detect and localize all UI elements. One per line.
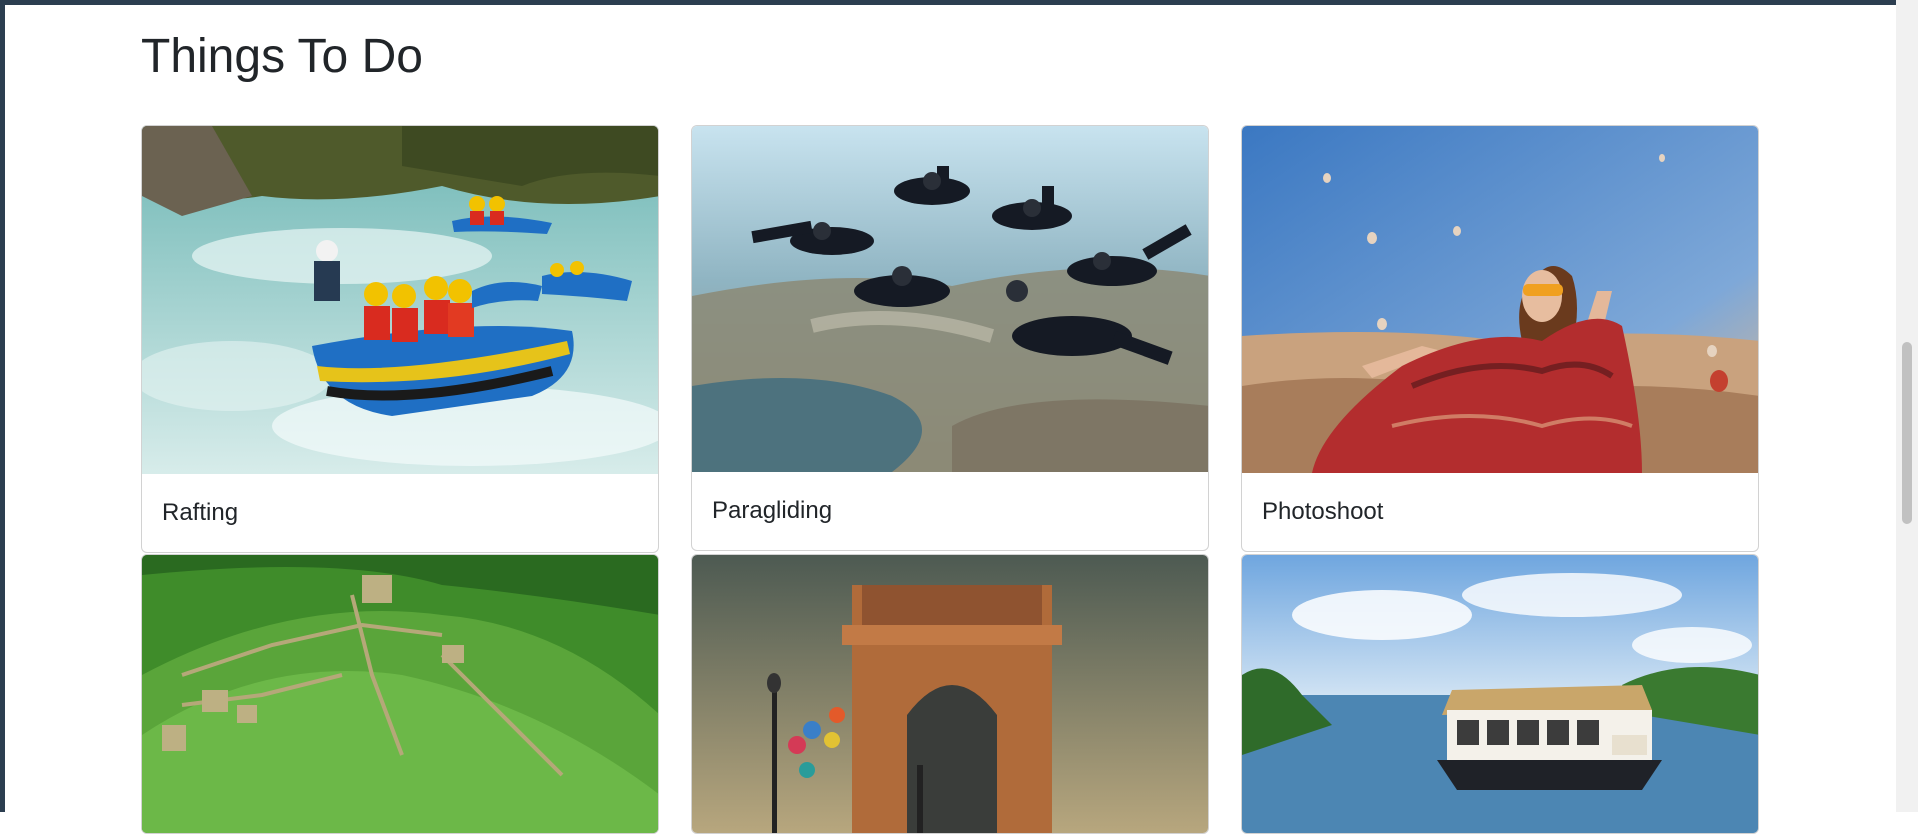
houseboat-image: [1242, 555, 1758, 833]
card-title: Photoshoot: [1262, 498, 1384, 525]
fort-image: [142, 555, 658, 833]
card-body: Photoshoot: [1242, 473, 1758, 551]
window-top-border: [0, 0, 1896, 5]
card-title: Paragliding: [712, 497, 833, 524]
card-body: Rafting: [142, 474, 658, 552]
activity-card-rafting[interactable]: Rafting: [141, 125, 659, 553]
card-body: Paragliding: [692, 472, 1208, 550]
window-left-border: [0, 0, 5, 812]
activity-card-paragliding[interactable]: Paragliding: [691, 125, 1209, 551]
rafting-illustration: [142, 126, 658, 474]
houseboat-illustration: [1242, 555, 1758, 833]
photoshoot-illustration: [1242, 126, 1758, 473]
india-gate-image: [692, 555, 1208, 833]
skydivers-illustration: [692, 126, 1208, 472]
card-title: Rafting: [162, 499, 239, 526]
paragliding-image: [692, 126, 1208, 472]
rafting-image: [142, 126, 658, 474]
activity-card-india-gate[interactable]: [691, 554, 1209, 834]
india-gate-illustration: [692, 555, 1208, 833]
scrollbar-thumb[interactable]: [1902, 342, 1912, 524]
activity-card-houseboat[interactable]: [1241, 554, 1759, 834]
photoshoot-image: [1242, 126, 1758, 473]
activity-card-photoshoot[interactable]: Photoshoot: [1241, 125, 1759, 552]
section-title: Things To Do: [141, 30, 423, 83]
activity-card-fort[interactable]: [141, 554, 659, 834]
fort-illustration: [142, 555, 658, 833]
